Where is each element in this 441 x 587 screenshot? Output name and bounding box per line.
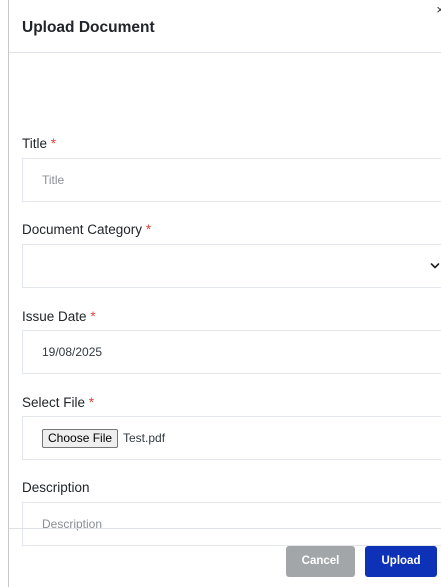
- title-label: Title *: [22, 135, 56, 153]
- title-input[interactable]: Title: [22, 158, 441, 202]
- title-label-text: Title: [22, 136, 48, 151]
- file-input: Choose File Test.pdf: [22, 416, 441, 460]
- title-placeholder: Title: [42, 173, 65, 187]
- description-label: Description: [22, 479, 90, 497]
- modal-title: Upload Document: [22, 19, 155, 36]
- required-marker: *: [50, 136, 57, 151]
- close-icon[interactable]: ×: [436, 3, 441, 16]
- issue-date-input[interactable]: 19/08/2025: [22, 330, 441, 374]
- issue-date-value: 19/08/2025: [42, 345, 103, 359]
- document-category-label-text: Document Category: [22, 222, 143, 237]
- description-label-text: Description: [22, 480, 90, 495]
- issue-date-label-text: Issue Date: [22, 309, 87, 324]
- upload-document-modal: Upload Document × Title * Title Document…: [8, 0, 441, 587]
- required-marker: *: [88, 395, 95, 410]
- issue-date-label: Issue Date *: [22, 308, 96, 326]
- modal-header: Upload Document ×: [9, 0, 441, 53]
- document-category-select[interactable]: [22, 244, 441, 288]
- cancel-button[interactable]: Cancel: [286, 546, 355, 577]
- choose-file-button[interactable]: Choose File: [42, 429, 119, 448]
- select-file-label: Select File *: [22, 394, 94, 412]
- modal-footer: Cancel Upload: [9, 528, 441, 587]
- chevron-down-icon: [430, 263, 440, 269]
- selected-file-name: Test.pdf: [123, 431, 166, 445]
- select-file-label-text: Select File: [22, 395, 86, 410]
- required-marker: *: [145, 222, 152, 237]
- upload-button[interactable]: Upload: [365, 546, 437, 577]
- required-marker: *: [90, 309, 96, 324]
- document-category-label: Document Category *: [22, 221, 151, 239]
